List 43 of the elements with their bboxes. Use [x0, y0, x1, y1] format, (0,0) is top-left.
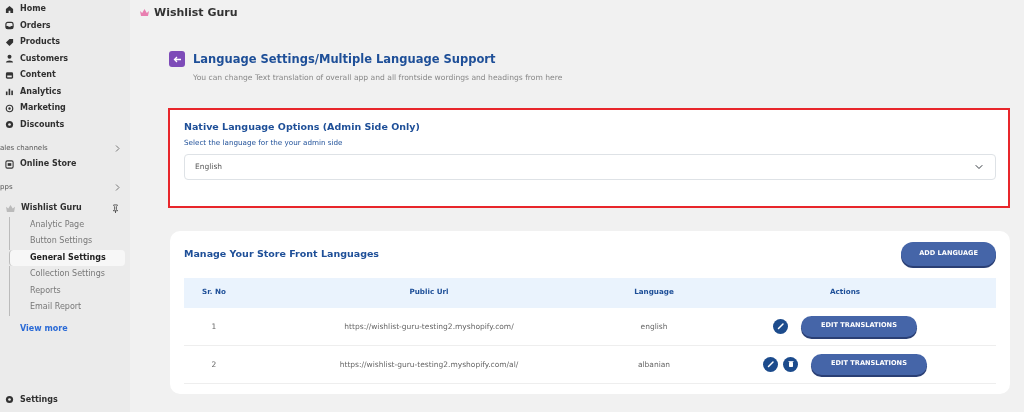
pin-icon — [111, 203, 120, 213]
nav-item[interactable]: Customers — [20, 52, 69, 65]
trash-icon — [786, 360, 795, 369]
nav-item[interactable]: Home — [20, 3, 46, 16]
app-title: Wishlist Guru — [154, 4, 238, 21]
app-name[interactable]: Wishlist Guru — [21, 202, 105, 214]
nav-item[interactable]: Discounts — [20, 118, 65, 131]
bar-chart-icon — [5, 87, 14, 97]
tray-icon — [5, 21, 14, 31]
sidebar-item[interactable]: Button Settings — [9, 233, 130, 250]
sidebar-item[interactable]: Email Report — [9, 299, 130, 316]
nav-item[interactable]: Products — [20, 36, 61, 49]
nav-item[interactable]: Content — [20, 69, 56, 82]
back-button[interactable] — [169, 51, 185, 67]
page-title: Language Settings/Multiple Language Support — [193, 51, 497, 68]
crown-icon — [140, 9, 149, 17]
target-icon — [5, 103, 14, 113]
panel-icon — [5, 70, 14, 80]
gear-icon — [5, 120, 14, 130]
sidebar-item[interactable]: General Settings — [9, 249, 125, 266]
tag-icon — [5, 37, 14, 47]
pencil-icon — [776, 322, 785, 331]
view-more-link[interactable]: View more — [20, 322, 68, 335]
nav-item[interactable]: Online Store — [20, 158, 77, 171]
home-icon — [5, 4, 14, 14]
card-title: Manage Your Store Front Languages — [184, 246, 380, 261]
person-icon — [5, 54, 14, 64]
nav-item[interactable]: Orders — [20, 19, 51, 32]
sidebar-item[interactable]: Collection Settings — [9, 266, 130, 283]
edit-button[interactable] — [763, 356, 779, 372]
nav-item[interactable]: Marketing — [20, 102, 66, 115]
card-title: Native Language Options (Admin Side Only) — [184, 119, 421, 134]
nav-item[interactable]: Analytics — [20, 85, 62, 98]
delete-button[interactable] — [783, 356, 799, 372]
pencil-icon — [766, 360, 775, 369]
arrow-left-icon — [172, 55, 182, 63]
sidebar-item[interactable]: Analytic Page — [9, 216, 130, 233]
store-icon — [5, 159, 14, 169]
edit-button[interactable] — [773, 318, 789, 334]
crown-icon — [6, 203, 15, 213]
nav-item[interactable]: Settings — [20, 393, 58, 406]
gear-icon — [5, 395, 14, 405]
sidebar-item[interactable]: Reports — [9, 282, 130, 299]
